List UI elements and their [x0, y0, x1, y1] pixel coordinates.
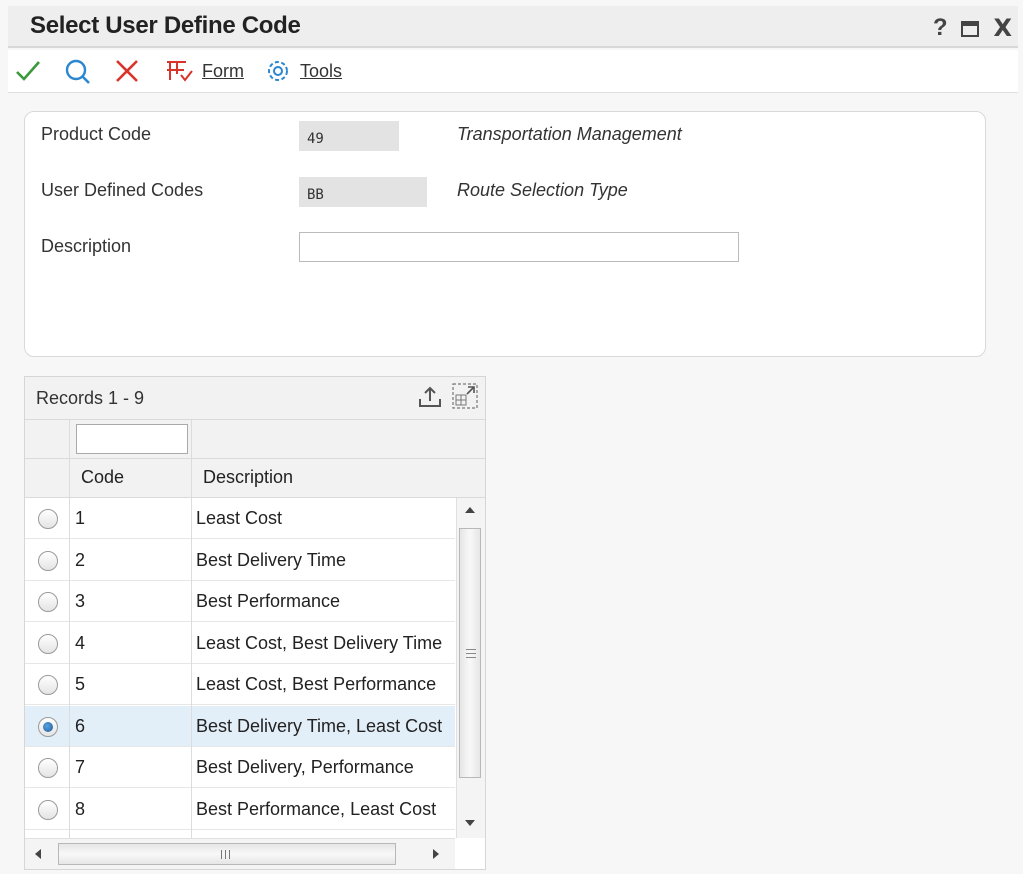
tools-menu[interactable]: Tools [264, 58, 342, 84]
grip-line [466, 657, 476, 658]
cell-code: 3 [75, 591, 86, 611]
row-select-radio[interactable] [38, 550, 58, 571]
column-divider [191, 498, 192, 838]
table-row[interactable]: 4 Least Cost, Best Delivery Time [25, 623, 455, 664]
grip-line [229, 850, 230, 859]
records-count: Records 1 - 9 [36, 388, 145, 408]
cell-description: Best Delivery, Performance [196, 757, 414, 777]
grip-line [466, 653, 476, 654]
form-menu-label: Form [202, 61, 244, 82]
grip-line [466, 649, 476, 650]
search-icon [65, 59, 90, 84]
row-select-radio[interactable] [38, 799, 58, 820]
table-row[interactable]: 5 Least Cost, Best Performance [25, 664, 455, 705]
column-divider [191, 459, 192, 497]
row-select-radio[interactable] [38, 758, 58, 778]
cell-description: Least Cost [196, 508, 283, 528]
cancel-button[interactable] [114, 58, 140, 84]
description-input[interactable] [299, 232, 739, 262]
user-defined-codes-value: BB [299, 177, 427, 207]
column-header-code[interactable]: Code [81, 467, 124, 488]
column-header-description[interactable]: Description [203, 467, 293, 488]
table-row[interactable]: 7 Best Delivery, Performance [25, 747, 455, 788]
cell-code: 8 [75, 798, 86, 819]
cell-code: 5 [75, 674, 86, 694]
check-icon [16, 61, 40, 81]
scroll-down-icon[interactable] [465, 820, 475, 826]
table-row[interactable]: 3 Best Performance [25, 581, 455, 622]
column-divider [69, 459, 70, 497]
vertical-scroll-thumb[interactable] [459, 528, 481, 778]
cell-code: 1 [75, 508, 86, 528]
header-panel: Product Code 49 Transportation Managemen… [24, 111, 986, 357]
description-label: Description [41, 236, 132, 256]
title-bar: Select User Define Code ? X [8, 6, 1018, 48]
table-row[interactable]: 2 Best Delivery Time [25, 540, 455, 581]
find-button[interactable] [64, 58, 92, 84]
help-button[interactable]: ? [933, 14, 948, 42]
column-divider [191, 420, 192, 458]
cell-code: 6 [75, 715, 86, 736]
table-row[interactable]: 8 Best Performance, Least Cost [25, 789, 455, 830]
close-icon [116, 60, 138, 82]
cell-description: Best Performance [196, 591, 341, 611]
horizontal-scrollbar[interactable] [25, 838, 455, 869]
grid-header-row: Code Description [25, 459, 485, 498]
toolbar: Form Tools [8, 50, 1018, 93]
cell-description: Best Delivery Time, Least Cost [196, 715, 443, 736]
grip-line [221, 850, 222, 859]
close-window-button[interactable]: X [993, 14, 1012, 42]
form-icon [167, 61, 193, 82]
cell-description: Least Cost, Best Performance [196, 674, 437, 694]
select-button[interactable] [14, 58, 42, 84]
column-divider [69, 420, 70, 458]
row-select-radio[interactable] [38, 716, 58, 737]
expand-grid-icon[interactable] [451, 382, 479, 410]
scroll-up-icon[interactable] [465, 507, 475, 513]
cell-description: Best Delivery Time [196, 549, 347, 570]
column-divider [69, 498, 70, 838]
window-title: Select User Define Code [30, 12, 301, 39]
tools-menu-label: Tools [300, 61, 342, 82]
form-menu[interactable]: Form [164, 58, 244, 84]
gear-icon [268, 61, 288, 81]
grip-line [225, 850, 226, 859]
user-defined-codes-label: User Defined Codes [41, 180, 204, 200]
export-icon[interactable] [417, 384, 443, 410]
vertical-scrollbar[interactable] [456, 498, 485, 838]
form-label-text: Form [202, 60, 244, 81]
row-select-radio[interactable] [38, 675, 58, 695]
user-defined-codes-description: Route Selection Type [457, 180, 628, 200]
row-select-radio[interactable] [38, 633, 58, 654]
records-grid: Records 1 - 9 Code Description 1 Least Co… [24, 376, 486, 870]
grid-rows: 1 Least Cost 2 Best Delivery Time 3 Best Perf… [25, 498, 455, 838]
product-code-value: 49 [299, 121, 399, 151]
product-code-label: Product Code [41, 124, 152, 144]
cell-code: 7 [75, 757, 86, 777]
cell-code: 4 [75, 632, 86, 653]
horizontal-scroll-thumb[interactable] [58, 843, 396, 865]
table-row[interactable]: 1 Least Cost [25, 498, 455, 539]
code-filter-input[interactable] [76, 424, 188, 454]
maximize-icon[interactable] [961, 21, 980, 37]
scroll-left-icon[interactable] [35, 849, 41, 859]
cell-description: Best Performance, Least Cost [196, 798, 437, 819]
scroll-right-icon[interactable] [433, 849, 439, 859]
tools-label-text: Tools [300, 60, 343, 81]
window-controls: ? X [933, 14, 1012, 42]
table-row[interactable]: 6 Best Delivery Time, Least Cost [25, 705, 455, 747]
row-select-radio[interactable] [38, 509, 58, 529]
row-select-radio[interactable] [38, 592, 58, 612]
grid-caption: Records 1 - 9 [25, 377, 485, 420]
cell-description: Least Cost, Best Delivery Time [196, 632, 443, 653]
cell-code: 2 [75, 549, 86, 570]
grid-filter-row [25, 420, 485, 459]
product-code-description: Transportation Management [457, 124, 682, 144]
